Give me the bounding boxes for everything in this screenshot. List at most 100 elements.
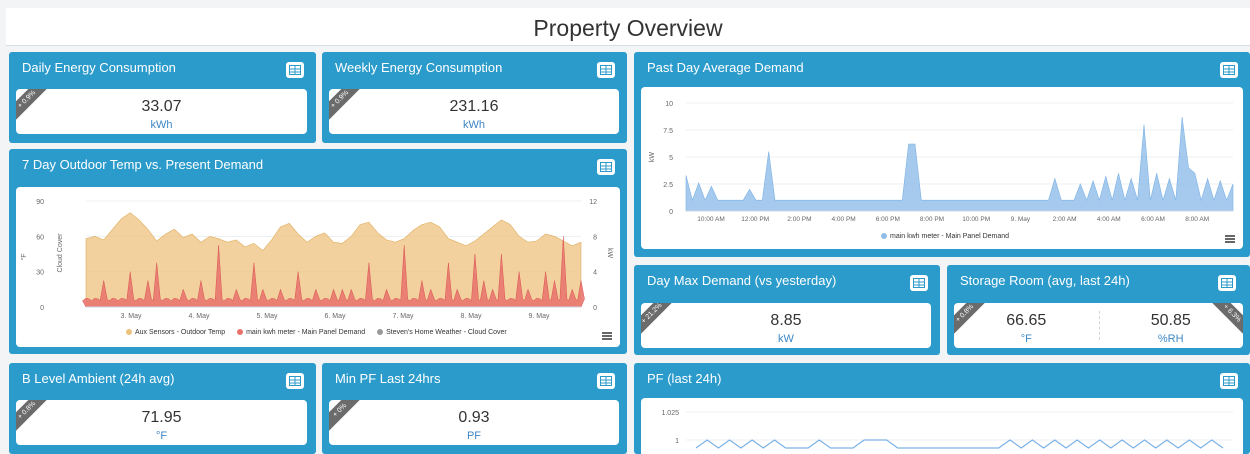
table-icon bbox=[913, 278, 925, 288]
table-view-button[interactable] bbox=[1220, 62, 1238, 78]
table-view-button[interactable] bbox=[286, 373, 304, 389]
x-tick-label: 6. May bbox=[324, 313, 346, 320]
x-tick-label: 3. May bbox=[120, 313, 142, 320]
table-icon bbox=[289, 65, 301, 75]
metric-unit: PF bbox=[466, 430, 482, 442]
x-tick-label: 9. May bbox=[528, 313, 550, 320]
x-tick-label: 7. May bbox=[392, 313, 414, 320]
pf-card: PF (last 24h) 1.025 1 bbox=[634, 363, 1250, 454]
card-title: Storage Room (avg, last 24h) bbox=[960, 273, 1130, 288]
x-tick-label: 8:00 AM bbox=[1185, 216, 1209, 223]
y-tick-label: 5 bbox=[669, 155, 673, 162]
metric: 33.07 kWh bbox=[16, 98, 307, 131]
legend-item[interactable]: Steven's Home Weather - Cloud Cover bbox=[386, 329, 507, 336]
hamburger-menu-icon[interactable] bbox=[602, 332, 612, 340]
y-tick-label: 10 bbox=[665, 101, 673, 108]
metric-unit: °F bbox=[1020, 333, 1032, 345]
metric-value: 66.65 bbox=[1006, 312, 1047, 329]
outdoor-temp-chart: 90 60 30 0 12 8 4 0 °F Cloud Cover kW 3. May 4. May 5… bbox=[20, 199, 613, 320]
max-demand-card: Day Max Demand (vs yesterday) + 21.2% 8.… bbox=[634, 265, 940, 355]
x-tick-label: 10:00 AM bbox=[697, 216, 724, 223]
metric-panel: + 0.8% + 6.3% 66.65 °F 50.85 %RH bbox=[954, 303, 1243, 348]
temp-metric: 66.65 °F bbox=[954, 312, 1099, 345]
x-tick-label: 4. May bbox=[188, 313, 210, 320]
table-icon bbox=[1223, 65, 1235, 75]
chart-legend: Aux Sensors - Outdoor Temp main kwh mete… bbox=[116, 329, 507, 336]
table-icon bbox=[600, 376, 612, 386]
humidity-metric: 50.85 %RH bbox=[1099, 312, 1244, 345]
series-area-main-demand bbox=[685, 116, 1234, 212]
metric: 0.93 PF bbox=[329, 409, 619, 442]
table-icon bbox=[1223, 376, 1235, 386]
chart-panel: 1.025 1 bbox=[641, 398, 1243, 454]
metric-unit: kWh bbox=[150, 119, 173, 131]
outdoor-temp-card: 7 Day Outdoor Temp vs. Present Demand 90… bbox=[9, 149, 627, 354]
y2-tick-label: 12 bbox=[589, 199, 597, 206]
y2-tick-label: 4 bbox=[593, 270, 597, 277]
metric-unit: kWh bbox=[463, 119, 485, 131]
table-view-button[interactable] bbox=[597, 62, 615, 78]
table-view-button[interactable] bbox=[1218, 275, 1236, 291]
b-level-card: B Level Ambient (24h avg) + 0.8% 71.95 °… bbox=[9, 363, 316, 454]
metric: 71.95 °F bbox=[16, 409, 307, 442]
legend-marker bbox=[377, 329, 384, 336]
table-icon bbox=[1221, 278, 1233, 288]
legend-marker bbox=[237, 329, 244, 336]
y-axis-label: kW bbox=[649, 152, 656, 163]
y-tick-label: 1.025 bbox=[661, 410, 679, 417]
y-tick-label: 60 bbox=[36, 234, 44, 241]
y2-tick-label: 8 bbox=[593, 234, 597, 241]
table-view-button[interactable] bbox=[597, 373, 615, 389]
series-line-pf bbox=[695, 439, 1224, 449]
card-title: Daily Energy Consumption bbox=[22, 60, 176, 75]
weekly-energy-card: Weekly Energy Consumption + 0.9% 231.16 … bbox=[322, 52, 627, 143]
page-title: Property Overview bbox=[533, 15, 723, 41]
x-tick-label: 8:00 PM bbox=[920, 216, 944, 223]
table-view-button[interactable] bbox=[597, 159, 615, 175]
metric-unit: %RH bbox=[1157, 333, 1184, 345]
table-icon bbox=[289, 376, 301, 386]
legend-item[interactable]: Aux Sensors - Outdoor Temp bbox=[135, 329, 225, 336]
card-title: B Level Ambient (24h avg) bbox=[22, 371, 175, 386]
y-axis-label: Cloud Cover bbox=[57, 233, 64, 273]
x-tick-label: 2:00 PM bbox=[787, 216, 811, 223]
metric: 8.85 kW bbox=[641, 312, 931, 345]
y-tick-label: 1 bbox=[675, 438, 679, 445]
legend-marker bbox=[881, 233, 887, 240]
metric-value: 71.95 bbox=[141, 409, 182, 426]
y-tick-label: 0 bbox=[40, 305, 44, 312]
x-tick-label: 4:00 AM bbox=[1097, 216, 1121, 223]
y-tick-label: 2.5 bbox=[663, 182, 673, 189]
x-tick-label: 9. May bbox=[1011, 216, 1031, 223]
daily-energy-card: Daily Energy Consumption + 0.9% 33.07 kW… bbox=[9, 52, 316, 143]
y-tick-label: 0 bbox=[669, 209, 673, 216]
table-view-button[interactable] bbox=[286, 62, 304, 78]
dashboard: Property Overview Daily Energy Consumpti… bbox=[0, 0, 1250, 454]
table-icon bbox=[600, 65, 612, 75]
metric-unit: °F bbox=[155, 430, 168, 442]
table-view-button[interactable] bbox=[910, 275, 928, 291]
x-tick-label: 12:00 PM bbox=[741, 216, 769, 223]
legend-item[interactable]: main kwh meter - Main Panel Demand bbox=[246, 329, 365, 336]
chart-panel: 10 7.5 5 2.5 0 kW 10:00 AM 12:00 PM 2:00 PM 4:00 … bbox=[641, 87, 1243, 249]
card-title: Day Max Demand (vs yesterday) bbox=[647, 273, 837, 288]
metric-panel: + 0.9% 231.16 kWh bbox=[329, 89, 619, 134]
metric-unit: kW bbox=[778, 333, 794, 345]
y-tick-label: 7.5 bbox=[663, 128, 673, 135]
y-tick-label: 90 bbox=[36, 199, 44, 206]
x-tick-label: 4:00 PM bbox=[831, 216, 855, 223]
x-tick-label: 5. May bbox=[256, 313, 278, 320]
metric-value: 231.16 bbox=[449, 98, 499, 115]
table-view-button[interactable] bbox=[1220, 373, 1238, 389]
card-title: Min PF Last 24hrs bbox=[335, 371, 441, 386]
chart-legend: main kwh meter - Main Panel Demand bbox=[871, 233, 1009, 240]
x-tick-label: 6:00 PM bbox=[876, 216, 900, 223]
hamburger-menu-icon[interactable] bbox=[1225, 235, 1235, 243]
metric: 231.16 kWh bbox=[329, 98, 619, 131]
y2-axis-label: kW bbox=[606, 248, 613, 259]
metric-value: 50.85 bbox=[1150, 312, 1191, 329]
x-tick-label: 6:00 AM bbox=[1141, 216, 1165, 223]
y-axis-label: °F bbox=[20, 253, 28, 260]
y-tick-label: 30 bbox=[36, 270, 44, 277]
legend-item[interactable]: main kwh meter - Main Panel Demand bbox=[890, 233, 1009, 240]
